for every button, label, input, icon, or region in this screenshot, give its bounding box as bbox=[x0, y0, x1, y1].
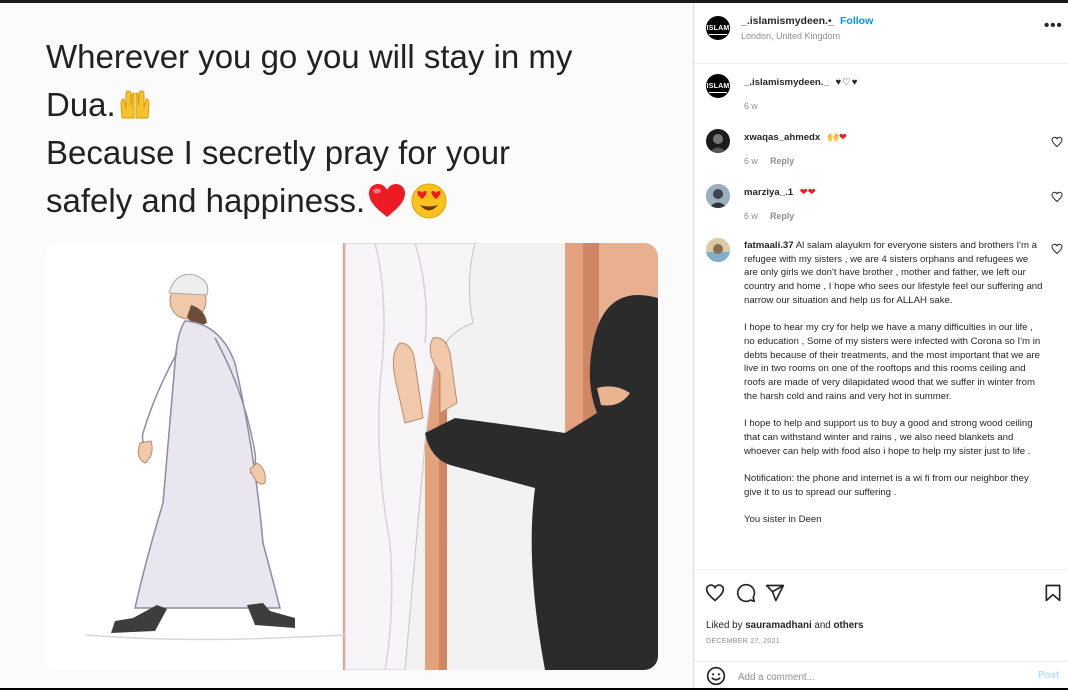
caption-avatar-text: ISLAM bbox=[706, 82, 730, 90]
like-comment-icon[interactable] bbox=[1051, 136, 1063, 148]
quote-line-1: Wherever you go you will stay in my bbox=[46, 38, 573, 75]
comment-paragraph: Notification: the phone and internet is … bbox=[744, 472, 1029, 498]
comment-body: fatmaali.37 Al salam alayukm for everyon… bbox=[744, 239, 1044, 540]
comments-list[interactable]: ISLAM _.islamismydeen._ ♥♡♥ 6 w xwaqas_a… bbox=[694, 64, 1068, 569]
commenter-avatar[interactable] bbox=[706, 238, 730, 262]
post-side-panel: ISLAM _.islamismydeen._ • Follow London,… bbox=[693, 3, 1068, 688]
comment-body: marziya_.1 ❤❤ bbox=[744, 186, 1044, 200]
follow-button[interactable]: Follow bbox=[840, 15, 873, 27]
comment-paragraph: You sister in Deen bbox=[744, 514, 822, 525]
comment-meta: 6 w Reply bbox=[744, 156, 804, 166]
comment-item: fatmaali.37 Al salam alayukm for everyon… bbox=[694, 236, 1068, 566]
comment-username[interactable]: fatmaali.37 bbox=[744, 240, 794, 251]
caption-avatar[interactable]: ISLAM bbox=[706, 74, 730, 98]
comment-time[interactable]: 6 w bbox=[744, 156, 758, 166]
liked-by-others[interactable]: others bbox=[834, 620, 864, 631]
liked-by-and: and bbox=[814, 620, 831, 631]
comment-input[interactable] bbox=[736, 668, 1030, 686]
illustration-drawing bbox=[45, 243, 658, 670]
post-actions: Liked by sauramadhani and others DECEMBE… bbox=[694, 569, 1068, 689]
heart-eyes-face-icon bbox=[411, 183, 447, 219]
more-options-icon[interactable]: ••• bbox=[1044, 17, 1063, 34]
like-comment-icon[interactable] bbox=[1051, 191, 1063, 203]
post-date[interactable]: DECEMBER 27, 2021 bbox=[706, 638, 780, 645]
comment-paragraph: fatmaali.37 Al salam alayukm for everyon… bbox=[744, 239, 1044, 308]
comment-item: xwaqas_ahmedx 🙌❤ 6 w Reply bbox=[694, 127, 1068, 177]
comment-paragraph: I hope to hear my cry for help we have a… bbox=[744, 322, 1041, 402]
quote-line-3: Because I secretly pray for your bbox=[46, 134, 511, 171]
illustration bbox=[45, 243, 658, 670]
header-separator: • bbox=[828, 15, 832, 27]
comment-emojis: 🙌❤ bbox=[826, 132, 847, 143]
save-bookmark-icon[interactable] bbox=[1043, 583, 1063, 603]
avatar-logo-text: ISLAM bbox=[706, 24, 730, 32]
comment-emojis: ❤❤ bbox=[799, 187, 816, 198]
reply-button[interactable]: Reply bbox=[770, 156, 794, 166]
liked-by-user[interactable]: sauramadhani bbox=[745, 620, 811, 631]
post-comment-button[interactable]: Post bbox=[1038, 670, 1059, 681]
comment-item: marziya_.1 ❤❤ 6 w Reply bbox=[694, 182, 1068, 232]
comment-meta: 6 w Reply bbox=[744, 211, 804, 221]
share-direct-icon[interactable] bbox=[765, 583, 785, 603]
post-image[interactable]: Wherever you go you will stay in my Dua.… bbox=[0, 3, 693, 688]
author-avatar[interactable]: ISLAM bbox=[706, 16, 730, 40]
author-username[interactable]: _.islamismydeen._ bbox=[741, 15, 834, 27]
comment-body: xwaqas_ahmedx 🙌❤ bbox=[744, 131, 1044, 145]
like-comment-icon[interactable] bbox=[1051, 243, 1063, 255]
post-header: ISLAM _.islamismydeen._ • Follow London,… bbox=[694, 3, 1068, 64]
caption-item: ISLAM _.islamismydeen._ ♥♡♥ 6 w bbox=[694, 74, 1068, 124]
comment-time[interactable]: 6 w bbox=[744, 211, 758, 221]
commenter-avatar-image bbox=[706, 238, 730, 262]
likes-summary: Liked by sauramadhani and others bbox=[706, 620, 863, 631]
like-heart-icon[interactable] bbox=[705, 583, 725, 603]
commenter-avatar[interactable] bbox=[706, 129, 730, 153]
red-heart-icon bbox=[369, 184, 406, 217]
raised-hands-icon bbox=[120, 90, 150, 119]
caption-meta: 6 w bbox=[744, 101, 768, 111]
quote-line-4: safely and happiness. bbox=[46, 182, 366, 219]
comment-paragraph: I hope to help and support us to buy a g… bbox=[744, 418, 1033, 457]
add-comment-bar: Post bbox=[694, 661, 1068, 690]
comment-username[interactable]: marziya_.1 bbox=[744, 187, 793, 198]
caption-time[interactable]: 6 w bbox=[744, 101, 758, 111]
caption-username[interactable]: _.islamismydeen._ bbox=[744, 77, 829, 88]
quote-line-2: Dua. bbox=[46, 86, 116, 123]
comment-username[interactable]: xwaqas_ahmedx bbox=[744, 132, 820, 143]
commenter-avatar-image bbox=[706, 184, 730, 208]
liked-by-prefix: Liked by bbox=[706, 620, 743, 631]
caption-body: _.islamismydeen._ ♥♡♥ bbox=[744, 76, 1044, 90]
comment-bubble-icon[interactable] bbox=[736, 583, 756, 603]
caption-emojis: ♥♡♥ bbox=[835, 77, 859, 88]
commenter-avatar[interactable] bbox=[706, 184, 730, 208]
image-quote-text: Wherever you go you will stay in my Dua.… bbox=[46, 33, 666, 225]
post-location[interactable]: London, United Kingdom bbox=[741, 31, 840, 41]
reply-button[interactable]: Reply bbox=[770, 211, 794, 221]
emoji-smiley-icon[interactable] bbox=[706, 666, 726, 686]
commenter-avatar-image bbox=[709, 134, 727, 153]
